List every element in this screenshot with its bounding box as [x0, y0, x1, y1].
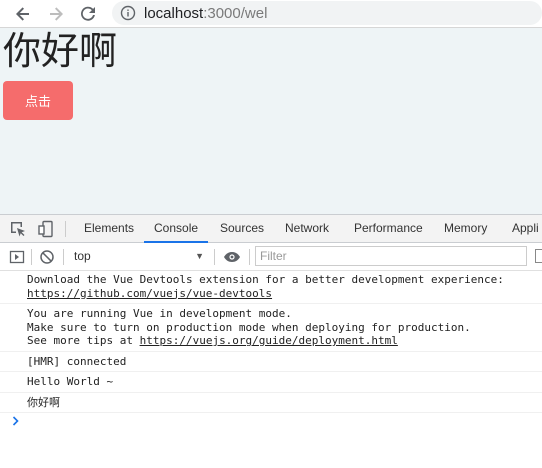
reload-icon — [81, 6, 95, 21]
sidebar-toggle-icon[interactable] — [9, 249, 25, 265]
browser-toolbar: localhost:3000/wel — [0, 0, 542, 28]
back-arrow-icon — [16, 7, 29, 21]
tab-application[interactable]: Appli — [512, 215, 539, 242]
console-log: Download the Vue Devtools extension for … — [0, 270, 542, 429]
log-text: Make sure to turn on production mode whe… — [27, 320, 471, 334]
log-entry: 你好啊 — [0, 393, 542, 413]
log-link[interactable]: https://vuejs.org/guide/deployment.html — [140, 334, 398, 347]
filter-divider — [249, 249, 250, 265]
url-text: localhost:3000/wel — [144, 5, 267, 22]
devtools-panel: Elements Console Sources Network Perform… — [0, 214, 542, 468]
page-viewport: 你好啊 点击 — [0, 28, 542, 214]
forward-arrow-icon — [50, 7, 63, 21]
eye-icon[interactable] — [223, 249, 241, 265]
tab-memory[interactable]: Memory — [444, 215, 487, 242]
devtools-tabbar: Elements Console Sources Network Perform… — [0, 215, 542, 243]
console-filter-bar: top ▼ — [0, 243, 542, 271]
tab-elements[interactable]: Elements — [84, 215, 134, 242]
log-entry: [HMR] connected — [0, 352, 542, 372]
tab-console[interactable]: Console — [143, 215, 209, 243]
tab-performance[interactable]: Performance — [354, 215, 423, 242]
clear-console-icon[interactable] — [39, 249, 55, 265]
url-host: localhost — [144, 4, 204, 22]
page-heading: 你好啊 — [3, 29, 118, 73]
dropdown-arrow-icon: ▼ — [195, 251, 204, 261]
log-entry: Download the Vue Devtools extension for … — [0, 270, 542, 304]
log-text: [HMR] connected — [27, 354, 127, 368]
log-text: Hello World ~ — [27, 375, 114, 388]
device-icon[interactable] — [37, 220, 55, 238]
context-value: top — [74, 249, 91, 263]
log-entry: Hello World ~ — [0, 372, 542, 393]
context-select[interactable]: top ▼ — [68, 246, 208, 266]
filter-divider — [31, 249, 32, 265]
tab-sources[interactable]: Sources — [220, 215, 264, 242]
back-button[interactable] — [12, 3, 34, 25]
filter-divider — [63, 249, 64, 265]
log-text: Download the Vue Devtools extension for … — [27, 273, 504, 286]
log-entry: You are running Vue in development mode.… — [0, 304, 542, 352]
forward-button[interactable] — [45, 3, 67, 25]
inspect-icon[interactable] — [9, 220, 27, 238]
click-button[interactable]: 点击 — [3, 81, 73, 120]
settings-edge-icon[interactable] — [535, 249, 542, 263]
filter-input[interactable] — [255, 246, 527, 266]
console-prompt[interactable] — [0, 413, 542, 429]
toolbar-divider — [65, 221, 66, 237]
prompt-chevron-icon — [12, 416, 19, 426]
tab-network[interactable]: Network — [285, 215, 329, 242]
url-path: :3000/wel — [203, 4, 268, 22]
reload-button[interactable] — [77, 3, 99, 25]
info-icon — [120, 5, 136, 21]
log-text: See more tips at — [27, 334, 140, 347]
filter-divider — [214, 249, 215, 265]
log-text: You are running Vue in development mode. — [27, 307, 292, 320]
log-link[interactable]: https://github.com/vuejs/vue-devtools — [27, 287, 272, 300]
log-text: 你好啊 — [27, 395, 60, 409]
address-bar[interactable]: localhost:3000/wel — [112, 1, 542, 25]
